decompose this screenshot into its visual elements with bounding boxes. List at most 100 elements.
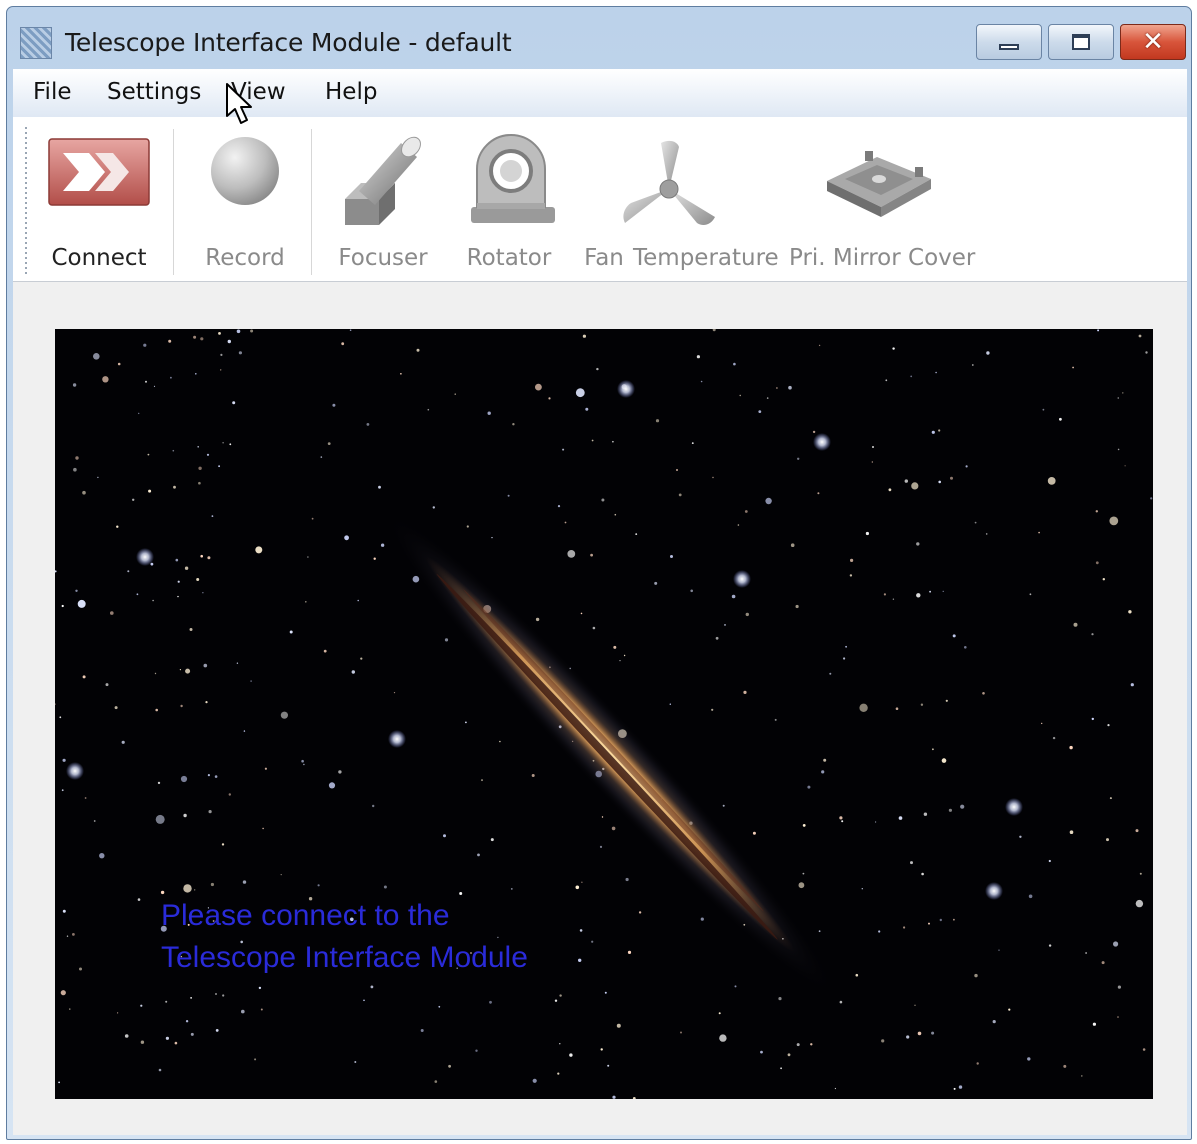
star <box>612 440 614 443</box>
star <box>443 834 446 838</box>
title-bar[interactable]: Telescope Interface Module - default ✕ <box>7 7 1191 69</box>
minimize-icon <box>999 44 1019 50</box>
star <box>998 949 1000 951</box>
star <box>97 476 99 479</box>
star <box>1008 1008 1011 1011</box>
star <box>72 383 77 387</box>
star <box>627 950 632 955</box>
star <box>904 479 908 483</box>
star <box>301 759 304 763</box>
galaxy-image <box>55 329 1153 1099</box>
star <box>752 831 756 835</box>
star <box>168 339 172 343</box>
star <box>760 1050 763 1054</box>
star <box>592 626 596 630</box>
star <box>207 556 211 560</box>
star <box>1038 531 1040 534</box>
star <box>591 940 594 943</box>
star <box>878 930 881 933</box>
star <box>328 782 336 789</box>
star <box>448 1064 451 1068</box>
star <box>941 758 947 763</box>
menu-file[interactable]: File <box>33 79 72 105</box>
record-button[interactable]: Record <box>183 125 307 277</box>
star <box>62 909 66 913</box>
star <box>564 521 567 524</box>
star <box>788 385 792 390</box>
toolbar-grip[interactable] <box>25 127 27 275</box>
star <box>172 449 175 452</box>
star <box>354 1061 357 1063</box>
star <box>535 383 542 391</box>
star <box>147 453 150 456</box>
star <box>117 1012 119 1014</box>
star <box>669 703 671 705</box>
star <box>481 779 483 782</box>
mirror-cover-button[interactable]: Pri. Mirror Cover <box>789 125 976 277</box>
star <box>165 1036 169 1040</box>
star <box>507 494 510 497</box>
menu-help[interactable]: Help <box>325 79 377 105</box>
star <box>929 590 931 593</box>
connect-button[interactable]: Connect <box>39 125 159 277</box>
star <box>655 419 660 423</box>
star <box>75 589 78 592</box>
star <box>678 493 682 497</box>
star <box>323 649 327 653</box>
star <box>220 353 223 356</box>
star <box>596 367 599 371</box>
star <box>532 1078 537 1083</box>
star <box>255 546 263 554</box>
star <box>1106 838 1109 842</box>
star <box>200 337 204 341</box>
close-button[interactable]: ✕ <box>1120 24 1186 60</box>
star <box>616 1023 621 1028</box>
star <box>153 385 156 387</box>
focuser-button[interactable]: Focuser <box>325 125 441 277</box>
star <box>491 537 493 539</box>
mirror-cover-label: Pri. Mirror Cover <box>789 245 976 271</box>
star <box>696 355 701 359</box>
sky-image-viewer: Please connect to the Telescope Interfac… <box>55 329 1153 1099</box>
star <box>906 1035 910 1039</box>
star <box>778 997 782 1001</box>
star <box>562 448 565 451</box>
star <box>93 353 100 360</box>
star <box>872 446 874 448</box>
star <box>61 789 64 792</box>
rotator-button[interactable]: Rotator <box>451 125 567 277</box>
toolbar-separator <box>311 129 312 275</box>
bright-star <box>617 380 635 398</box>
star <box>1052 736 1056 740</box>
star <box>93 820 96 822</box>
star <box>69 1008 71 1010</box>
star <box>535 617 540 622</box>
minimize-button[interactable] <box>976 24 1042 60</box>
star <box>731 594 736 599</box>
star <box>948 808 953 812</box>
star <box>84 797 87 799</box>
star <box>1135 899 1144 908</box>
star <box>950 476 953 480</box>
star <box>341 342 345 346</box>
star <box>931 430 935 434</box>
record-label: Record <box>205 245 285 271</box>
maximize-button[interactable] <box>1048 24 1114 60</box>
star <box>1145 351 1148 354</box>
star <box>258 986 262 990</box>
star <box>250 680 252 682</box>
temperature-button[interactable]: Temperature <box>633 125 779 277</box>
star <box>790 543 795 547</box>
star <box>1042 408 1045 411</box>
star <box>183 884 192 893</box>
star <box>378 485 381 489</box>
star <box>61 604 64 608</box>
star <box>366 423 370 426</box>
star <box>420 1029 424 1032</box>
star <box>110 611 114 615</box>
star <box>116 525 119 528</box>
star <box>1069 745 1073 750</box>
menu-settings[interactable]: Settings <box>107 79 201 105</box>
star <box>855 973 859 977</box>
star <box>197 446 199 448</box>
